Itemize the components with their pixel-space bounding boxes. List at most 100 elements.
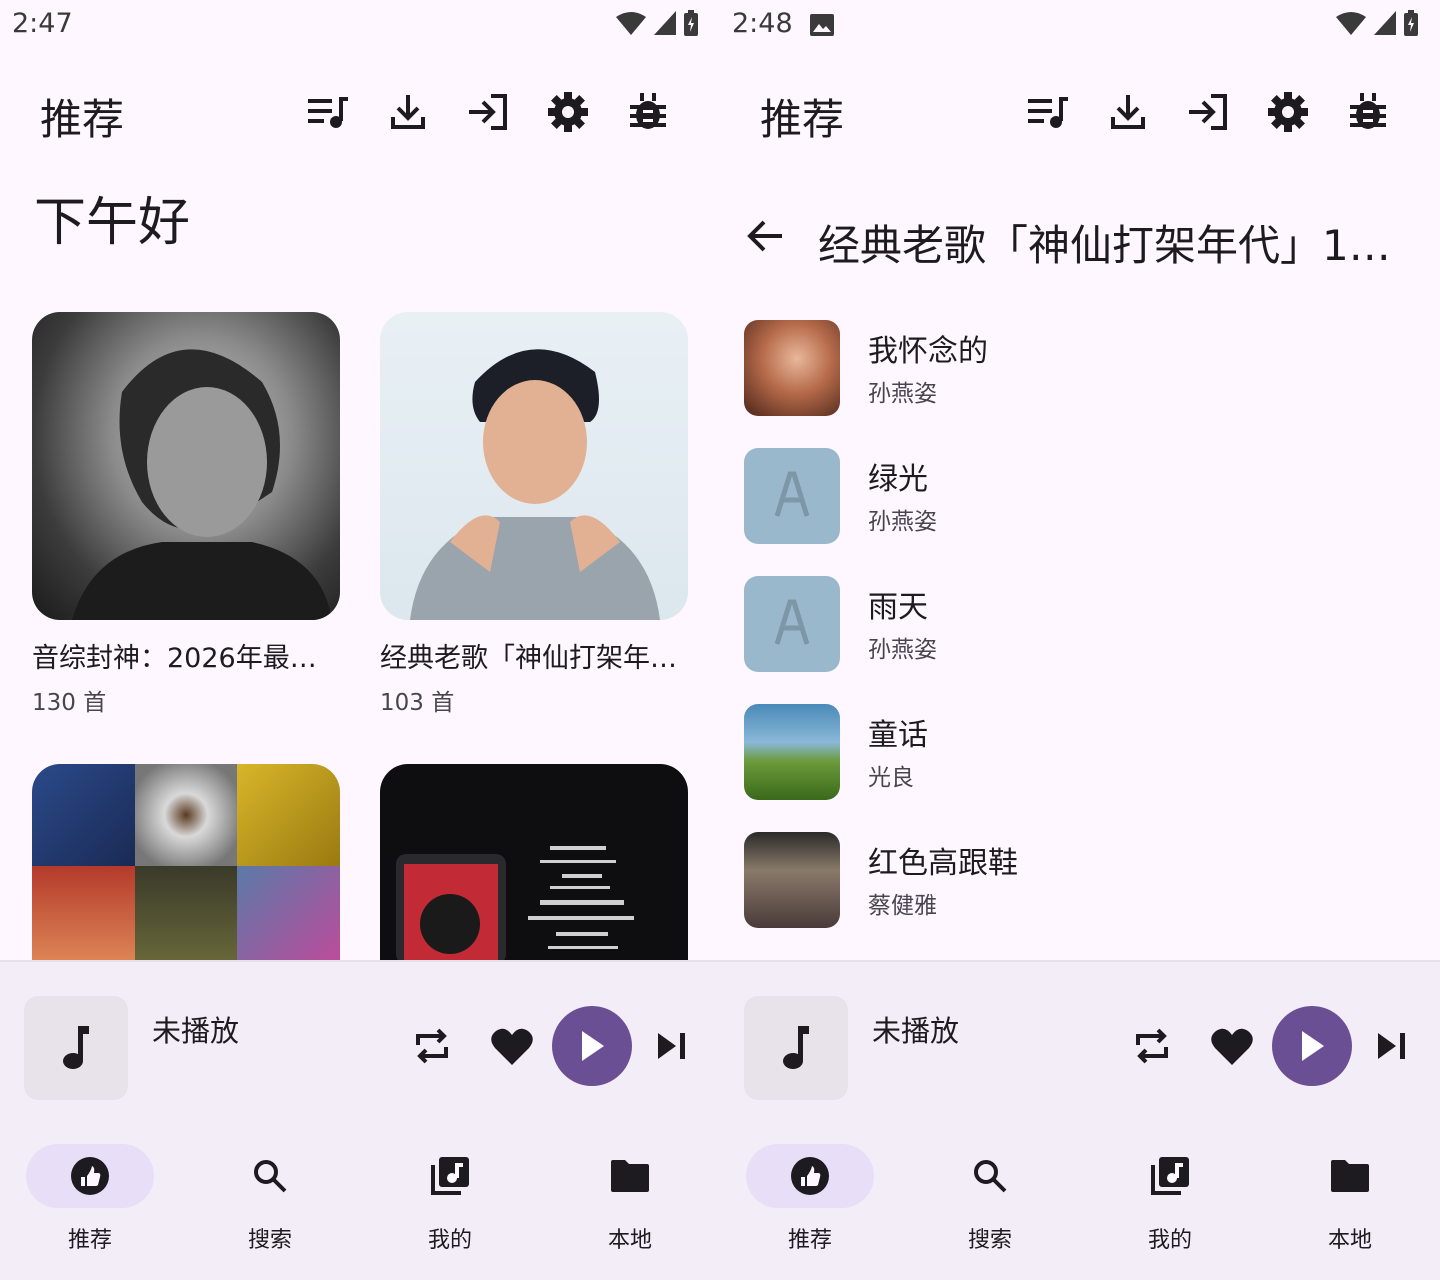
download-button[interactable] — [1088, 92, 1168, 132]
download-button[interactable] — [368, 92, 448, 132]
favorite-button[interactable] — [1192, 1006, 1272, 1086]
cell-signal-icon — [654, 11, 676, 35]
queue-button[interactable] — [1008, 92, 1088, 132]
nav-label: 我的 — [1147, 1228, 1192, 1253]
library-music-icon — [1151, 1157, 1189, 1195]
nav-item-recommend[interactable]: 推荐 — [0, 1144, 180, 1264]
music-note-icon — [783, 1026, 809, 1069]
settings-button[interactable] — [528, 92, 608, 132]
playlist-card[interactable]: 音综封神：2026年最… 130 首 — [32, 312, 340, 717]
track-row[interactable]: 我怀念的 孙燕姿 — [720, 320, 1440, 430]
download-icon — [1111, 95, 1145, 129]
settings-icon — [548, 92, 588, 132]
nav-item-mine[interactable]: 我的 — [1080, 1144, 1260, 1264]
nav-label: 推荐 — [67, 1228, 112, 1253]
queue-button[interactable] — [288, 92, 368, 132]
nav-label: 本地 — [1327, 1228, 1372, 1253]
mini-player[interactable]: 未播放 — [720, 960, 1440, 1130]
login-button[interactable] — [1168, 92, 1248, 132]
login-icon — [1189, 94, 1227, 130]
repeat-icon — [416, 1028, 448, 1064]
debug-button[interactable] — [1328, 92, 1408, 132]
mini-player[interactable]: 未播放 — [0, 960, 720, 1130]
playlist-detail-screen: 2:48 推荐 经典老歌「神仙打架年代」1… 我怀念的 孙燕姿 绿光 孙燕姿 雨… — [720, 0, 1440, 1280]
nav-item-recommend[interactable]: 推荐 — [720, 1144, 900, 1264]
repeat-button[interactable] — [1112, 1006, 1192, 1086]
nav-item-search[interactable]: 搜索 — [180, 1144, 360, 1264]
repeat-button[interactable] — [392, 1006, 472, 1086]
playlist-cover — [380, 764, 688, 960]
track-title: 雨天 — [868, 590, 928, 625]
track-artist: 孙燕姿 — [868, 509, 937, 535]
nav-item-local[interactable]: 本地 — [540, 1144, 720, 1264]
now-playing-art — [744, 996, 848, 1100]
repeat-icon — [1136, 1028, 1168, 1064]
nav-item-search[interactable]: 搜索 — [900, 1144, 1080, 1264]
track-title: 我怀念的 — [868, 334, 988, 369]
settings-button[interactable] — [1248, 92, 1328, 132]
playlist-card[interactable] — [32, 764, 340, 960]
nav-item-mine[interactable]: 我的 — [360, 1144, 540, 1264]
queue-music-icon — [1028, 97, 1068, 128]
top-app-bar: 推荐 — [720, 72, 1440, 152]
track-cover — [744, 448, 840, 544]
nav-item-local[interactable]: 本地 — [1260, 1144, 1440, 1264]
track-row[interactable]: 红色高跟鞋 蔡健雅 — [720, 832, 1440, 942]
status-time: 2:48 — [732, 8, 793, 39]
play-icon — [582, 1031, 604, 1061]
nav-label: 我的 — [427, 1228, 472, 1253]
back-button[interactable] — [746, 216, 790, 260]
track-row[interactable]: 童话 光良 — [720, 704, 1440, 814]
login-button[interactable] — [448, 92, 528, 132]
skip-next-button[interactable] — [1352, 1006, 1432, 1086]
play-button[interactable] — [552, 1006, 632, 1086]
playlist-cover — [380, 312, 688, 620]
nav-label: 本地 — [607, 1228, 652, 1253]
playlist-title: 音综封神：2026年最… — [32, 643, 317, 674]
album-logo — [774, 599, 810, 645]
recommend-icon — [71, 1157, 109, 1195]
top-app-bar: 推荐 — [0, 72, 720, 152]
wifi-icon — [616, 12, 646, 35]
playlist-card[interactable] — [380, 764, 688, 960]
status-bar: 2:48 — [720, 0, 1440, 52]
library-music-icon — [431, 1157, 469, 1195]
login-icon — [469, 94, 507, 130]
nav-label: 推荐 — [787, 1228, 832, 1253]
track-artist: 孙燕姿 — [868, 381, 937, 407]
track-cover — [744, 704, 840, 800]
nav-label: 搜索 — [247, 1228, 292, 1253]
skip-next-icon — [658, 1033, 685, 1059]
play-button[interactable] — [1272, 1006, 1352, 1086]
nav-label: 搜索 — [967, 1228, 1012, 1253]
skip-next-button[interactable] — [632, 1006, 712, 1086]
bottom-navigation: 推荐 搜索 我的 本地 — [720, 1130, 1440, 1280]
search-icon — [254, 1160, 287, 1193]
bug-icon — [1350, 93, 1386, 129]
bottom-navigation: 推荐 搜索 我的 本地 — [0, 1130, 720, 1280]
folder-icon — [611, 1160, 649, 1192]
playlist-count: 103 首 — [380, 690, 455, 716]
app-title: 推荐 — [760, 95, 845, 144]
debug-button[interactable] — [608, 92, 688, 132]
favorite-button[interactable] — [472, 1006, 552, 1086]
album-logo — [774, 471, 810, 517]
track-title: 红色高跟鞋 — [868, 846, 1018, 881]
queue-music-icon — [308, 97, 348, 128]
track-artist: 孙燕姿 — [868, 637, 937, 663]
app-title: 推荐 — [40, 95, 125, 144]
heart-icon — [1211, 1028, 1253, 1065]
lyrics-preview-image — [396, 846, 634, 960]
recommend-icon — [791, 1157, 829, 1195]
skip-next-icon — [1378, 1033, 1405, 1059]
battery-icon — [1404, 10, 1418, 36]
battery-icon — [684, 10, 698, 36]
status-time: 2:47 — [12, 8, 73, 39]
track-title: 绿光 — [868, 462, 928, 497]
track-cover — [744, 576, 840, 672]
track-row[interactable]: 雨天 孙燕姿 — [720, 576, 1440, 686]
download-icon — [391, 95, 425, 129]
settings-icon — [1268, 92, 1308, 132]
track-row[interactable]: 绿光 孙燕姿 — [720, 448, 1440, 558]
playlist-card[interactable]: 经典老歌「神仙打架年… 103 首 — [380, 312, 688, 717]
